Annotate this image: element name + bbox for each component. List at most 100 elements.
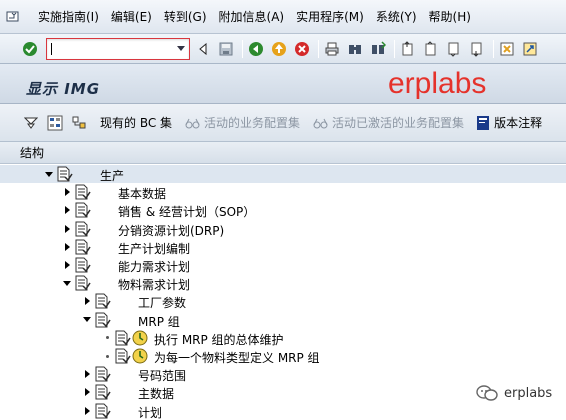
leaf-bullet-icon <box>102 333 112 343</box>
command-field[interactable] <box>46 37 190 60</box>
wechat-watermark: erplabs <box>476 384 552 402</box>
collapsed-triangle-icon[interactable] <box>82 406 92 416</box>
collapsed-triangle-icon[interactable] <box>62 224 72 234</box>
documentation-icon[interactable] <box>74 239 92 255</box>
glasses-icon <box>184 114 202 132</box>
collapsed-triangle-icon[interactable] <box>62 260 72 270</box>
triangle-left-icon[interactable] <box>193 39 213 59</box>
current-bc-set-button[interactable]: 现有的 BC 集 <box>100 114 172 131</box>
documentation-icon[interactable] <box>94 366 112 382</box>
previous-page-icon[interactable] <box>421 39 441 59</box>
next-page-icon[interactable] <box>444 39 464 59</box>
tree-node-label[interactable]: 生产计划编制 <box>118 240 190 257</box>
enter-icon[interactable] <box>20 39 40 59</box>
expanded-triangle-icon[interactable] <box>62 278 72 288</box>
tree-node[interactable]: 销售 & 经营计划（SOP） <box>0 201 566 219</box>
menu-system[interactable]: 系统(Y) <box>376 8 417 25</box>
documentation-icon[interactable] <box>94 293 112 309</box>
tree-node[interactable]: 分销资源计划(DRP) <box>0 220 566 238</box>
tree-node-label[interactable]: 为每一个物料类型定义 MRP 组 <box>154 349 320 366</box>
expand-subtree-icon <box>22 114 40 132</box>
active-activated-config-set-button[interactable]: 活动已激活的业务配置集 <box>312 114 464 132</box>
tree-node-label[interactable]: 号码范围 <box>138 367 186 384</box>
tree-node[interactable]: 生产 <box>0 165 566 183</box>
tree-node[interactable]: 生产计划编制 <box>0 238 566 256</box>
documentation-icon[interactable] <box>74 221 92 237</box>
menu-edit[interactable]: 编辑(E) <box>111 8 152 25</box>
documentation-icon[interactable] <box>94 312 112 328</box>
version-comment-button[interactable]: 版本注释 <box>474 114 542 132</box>
position-button[interactable] <box>70 114 90 132</box>
expand-subtree-button[interactable] <box>22 114 42 132</box>
create-shortcut-icon[interactable] <box>520 39 540 59</box>
tree-node[interactable]: 物料需求计划 <box>0 274 566 292</box>
save-icon[interactable] <box>216 39 236 59</box>
tree-node[interactable]: MRP 组 <box>0 311 566 329</box>
tree-node-label[interactable]: 计划 <box>138 404 162 420</box>
find-next-icon[interactable] <box>368 39 388 59</box>
find-icon[interactable] <box>345 39 365 59</box>
last-page-icon[interactable] <box>467 39 487 59</box>
menu-implementation-guide[interactable]: 实施指南(I) <box>38 8 99 25</box>
documentation-icon[interactable] <box>74 202 92 218</box>
tree-node-label[interactable]: MRP 组 <box>138 313 180 330</box>
title-bar: 显示 IMG erplabs <box>0 64 566 104</box>
collapsed-triangle-icon[interactable] <box>62 242 72 252</box>
tree-node-label[interactable]: 能力需求计划 <box>118 258 190 275</box>
active-business-config-set-button[interactable]: 活动的业务配置集 <box>184 114 300 132</box>
documentation-icon[interactable] <box>94 384 112 400</box>
collapse-subtree-button[interactable] <box>46 114 66 132</box>
cancel-icon[interactable] <box>292 39 312 59</box>
print-icon[interactable] <box>322 39 342 59</box>
create-session-icon[interactable] <box>497 39 517 59</box>
tree-node-label[interactable]: 物料需求计划 <box>118 276 190 293</box>
tree-position-icon <box>70 114 88 132</box>
menu-help[interactable]: 帮助(H) <box>429 8 471 25</box>
tree-node[interactable]: 执行 MRP 组的总体维护 <box>0 329 566 347</box>
first-page-icon[interactable] <box>398 39 418 59</box>
watermark-text: erplabs <box>504 385 553 401</box>
tree-node[interactable]: 计划 <box>0 402 566 420</box>
tree-node[interactable]: 号码范围 <box>0 365 566 383</box>
execute-activity-icon[interactable] <box>132 330 150 346</box>
tree-node-label[interactable]: 基本数据 <box>118 185 166 202</box>
documentation-icon[interactable] <box>114 330 132 346</box>
documentation-icon[interactable] <box>56 166 74 182</box>
toolbar-separator <box>318 39 319 58</box>
menu-bar: 实施指南(I) 编辑(E) 转到(G) 附加信息(A) 实用程序(M) 系统(Y… <box>0 0 566 34</box>
back-icon[interactable] <box>246 39 266 59</box>
collapsed-triangle-icon[interactable] <box>62 187 72 197</box>
documentation-icon[interactable] <box>114 348 132 364</box>
tree-node-label[interactable]: 生产 <box>100 167 124 184</box>
tree-rows: 生产 基本数据 销售 & 经营计划（SOP） 分销资源计划(DRP) 生产计划编制 能力需… <box>0 165 566 420</box>
documentation-icon[interactable] <box>94 403 112 419</box>
application-toolbar: 现有的 BC 集 活动的业务配置集 活动已激活的业务配置集 版本注释 <box>0 104 566 142</box>
tree-node[interactable]: 基本数据 <box>0 183 566 201</box>
sap-menu-icon[interactable] <box>0 0 26 34</box>
tree-node-label[interactable]: 执行 MRP 组的总体维护 <box>154 331 284 348</box>
documentation-icon[interactable] <box>74 275 92 291</box>
tree-node-label[interactable]: 工厂参数 <box>138 294 186 311</box>
tree-node-label[interactable]: 销售 & 经营计划（SOP） <box>118 203 255 220</box>
tree-node[interactable]: 为每一个物料类型定义 MRP 组 <box>0 347 566 365</box>
documentation-icon[interactable] <box>74 184 92 200</box>
menu-goto[interactable]: 转到(G) <box>164 8 207 25</box>
expanded-triangle-icon[interactable] <box>82 315 92 325</box>
expanded-triangle-icon[interactable] <box>44 169 54 179</box>
collapsed-triangle-icon[interactable] <box>82 369 92 379</box>
exit-icon[interactable] <box>269 39 289 59</box>
documentation-icon[interactable] <box>74 257 92 273</box>
menu-extras[interactable]: 附加信息(A) <box>219 8 285 25</box>
collapsed-triangle-icon[interactable] <box>82 296 92 306</box>
collapsed-triangle-icon[interactable] <box>62 205 72 215</box>
tree-node[interactable]: 能力需求计划 <box>0 256 566 274</box>
execute-activity-icon[interactable] <box>132 348 150 364</box>
current-bc-set-label: 现有的 BC 集 <box>100 116 173 130</box>
tree-node-label[interactable]: 分销资源计划(DRP) <box>118 222 224 239</box>
chevron-down-icon[interactable] <box>177 45 185 51</box>
active-business-config-set-label: 活动的业务配置集 <box>204 116 301 130</box>
tree-node[interactable]: 工厂参数 <box>0 292 566 310</box>
menu-utilities[interactable]: 实用程序(M) <box>296 8 364 25</box>
collapsed-triangle-icon[interactable] <box>82 387 92 397</box>
tree-node-label[interactable]: 主数据 <box>138 385 174 402</box>
